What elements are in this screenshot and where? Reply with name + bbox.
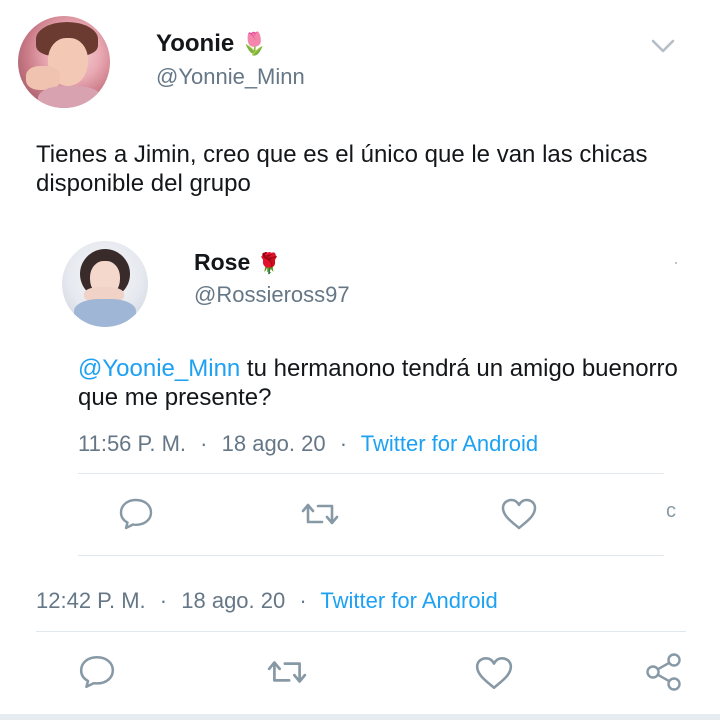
quoted-share-partial[interactable]: c bbox=[666, 500, 676, 523]
tweet-meta: 12:42 P. M. · 18 ago. 20 · Twitter for A… bbox=[36, 588, 498, 614]
quoted-bottom-divider bbox=[78, 555, 664, 556]
retweet-icon[interactable] bbox=[266, 656, 308, 688]
quoted-text-line-1: @Yoonie_Minn tu hermanono tendrá un amig… bbox=[78, 354, 688, 383]
tulip-emoji: 🌷 bbox=[240, 31, 269, 56]
quoted-time: 11:56 P. M. bbox=[78, 431, 187, 456]
quoted-sep-1: · bbox=[200, 431, 208, 456]
quoted-source-link[interactable]: Twitter for Android bbox=[361, 431, 538, 456]
author-avatar[interactable] bbox=[18, 16, 110, 108]
tweet-time: 12:42 P. M. bbox=[36, 588, 146, 613]
quoted-retweet-icon[interactable] bbox=[300, 499, 340, 529]
chevron-down-icon[interactable] bbox=[650, 36, 676, 56]
quoted-text-line-2: que me presente? bbox=[78, 384, 272, 411]
quoted-text: @Yoonie_Minn tu hermanono tendrá un amig… bbox=[78, 354, 688, 412]
tweet-text-line-2: disponible del grupo bbox=[36, 170, 251, 197]
quoted-author-name[interactable]: Rose bbox=[194, 249, 250, 275]
reply-icon[interactable] bbox=[78, 654, 116, 690]
mention-link[interactable]: @Yoonie_Minn bbox=[78, 355, 240, 382]
quoted-more-dot[interactable]: · bbox=[673, 252, 679, 273]
quoted-author-name-row[interactable]: Rose 🌹 bbox=[194, 249, 282, 276]
quoted-reply-icon[interactable] bbox=[118, 497, 154, 531]
quoted-author-handle[interactable]: @Rossieross97 bbox=[194, 282, 350, 308]
author-name-row[interactable]: Yoonie 🌷 bbox=[156, 30, 268, 58]
tweet-sep-1: · bbox=[159, 588, 168, 613]
quoted-sep-2: · bbox=[339, 431, 348, 456]
tweet-text: Tienes a Jimin, creo que es el único que… bbox=[36, 140, 696, 198]
quoted-like-icon[interactable] bbox=[500, 497, 538, 531]
like-icon[interactable] bbox=[474, 655, 514, 691]
bottom-edge bbox=[0, 714, 720, 720]
author-handle[interactable]: @Yonnie_Minn bbox=[156, 64, 305, 90]
tweet-source-link[interactable]: Twitter for Android bbox=[320, 588, 497, 613]
author-name[interactable]: Yoonie bbox=[156, 30, 234, 57]
tweet-text-line-1: Tienes a Jimin, creo que es el único que… bbox=[36, 141, 648, 168]
tweet-date: 18 ago. 20 bbox=[181, 588, 286, 613]
share-icon[interactable] bbox=[644, 652, 684, 692]
rose-emoji: 🌹 bbox=[256, 253, 282, 275]
tweet-sep-2: · bbox=[299, 588, 307, 613]
quoted-text-line-1-rest: tu hermanono tendrá un amigo buenorro bbox=[240, 355, 678, 382]
quoted-meta: 11:56 P. M. · 18 ago. 20 · Twitter for A… bbox=[78, 431, 538, 457]
quoted-author-avatar[interactable] bbox=[62, 241, 148, 327]
quoted-divider bbox=[78, 473, 664, 474]
quoted-date: 18 ago. 20 bbox=[221, 431, 326, 456]
tweet-divider bbox=[36, 631, 686, 632]
